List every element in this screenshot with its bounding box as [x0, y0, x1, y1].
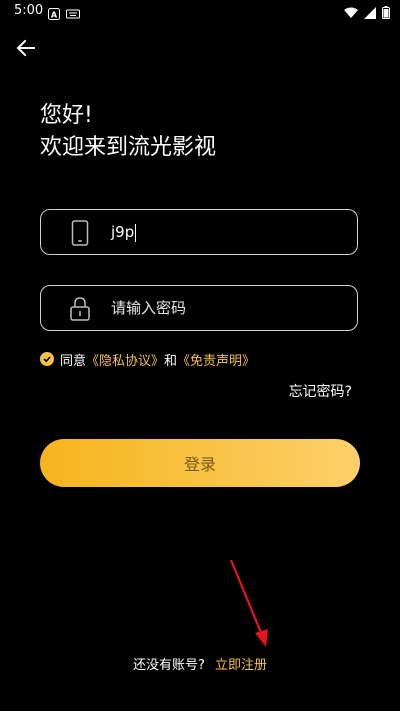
checkmark-icon [43, 356, 51, 363]
forgot-password-link[interactable]: 忘记密码? [289, 381, 352, 401]
register-prompt: 还没有账号? [133, 658, 205, 673]
password-input[interactable] [111, 286, 341, 330]
phone-field[interactable]: j9p [40, 209, 358, 255]
register-link[interactable]: 立即注册 [215, 658, 267, 673]
privacy-policy-link[interactable]: 《隐私协议》 [86, 350, 164, 369]
keyboard-icon [66, 5, 80, 24]
back-button[interactable] [14, 36, 38, 60]
text-caret [135, 223, 137, 242]
password-field[interactable] [40, 285, 358, 331]
login-button[interactable]: 登录 [40, 439, 360, 487]
greeting-welcome: 欢迎来到流光影视 [40, 135, 217, 160]
disclaimer-link[interactable]: 《免责声明》 [177, 350, 255, 369]
status-bar: 5:00 A [0, 0, 400, 24]
agreement-row: 同意 《隐私协议》 和 《免责声明》 [40, 349, 255, 369]
phone-input[interactable]: j9p [111, 210, 341, 254]
phone-input-value: j9p [111, 223, 135, 241]
agreement-checkbox[interactable] [40, 352, 54, 366]
phone-icon [69, 220, 91, 246]
login-button-label: 登录 [183, 455, 216, 474]
agreement-prefix: 同意 [60, 353, 87, 369]
battery-icon [382, 4, 390, 23]
lock-icon [69, 296, 91, 322]
agreement-and: 和 [164, 353, 178, 369]
signal-icon [364, 4, 376, 23]
notification-a-icon: A [48, 5, 60, 24]
wifi-icon [344, 4, 358, 23]
svg-text:A: A [51, 11, 58, 20]
status-time: 5:00 [14, 3, 44, 18]
greeting-hello: 您好! [40, 103, 93, 128]
greeting: 您好! 欢迎来到流光影视 [40, 100, 216, 164]
arrow-left-icon [16, 39, 35, 57]
register-row: 还没有账号? 立即注册 [0, 654, 400, 673]
